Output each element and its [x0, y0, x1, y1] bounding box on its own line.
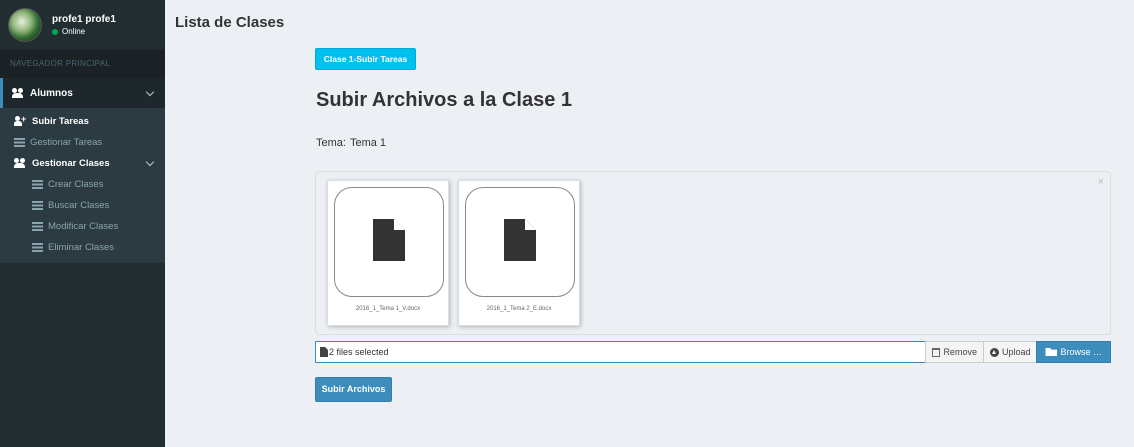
online-dot-icon	[52, 28, 58, 35]
sidebar: profe1 profe1 Online NAVEGADOR PRINCIPAL…	[0, 0, 165, 447]
file-name: 2016_1_Tema 2_E.docx	[486, 306, 552, 312]
user-panel: profe1 profe1 Online	[0, 0, 165, 50]
user-status: Online	[52, 26, 116, 38]
sidebar-item-gestionar-clases[interactable]: Gestionar Clases	[0, 153, 165, 174]
remove-button[interactable]: Remove	[925, 341, 984, 363]
avatar	[8, 8, 42, 42]
chevron-down-icon	[145, 157, 155, 167]
file-preview-box: × 2016_1_Tema 1_V.docx 2016_1_Tema 2_E.d…	[315, 171, 1111, 335]
list-icon	[32, 180, 43, 189]
list-icon	[32, 243, 43, 252]
file-input-group: 2 files selected Remove Upload Browse …	[315, 341, 1111, 363]
file-thumbnail: 2016_1_Tema 1_V.docx	[327, 180, 449, 326]
clase-subir-tareas-button[interactable]: Clase 1-Subir Tareas	[315, 48, 416, 70]
page-title: Lista de Clases	[175, 14, 285, 31]
list-icon	[14, 138, 25, 147]
sidebar-item-label: Subir Tareas	[32, 116, 89, 127]
tema-label: Tema:	[316, 137, 346, 149]
sidebar-item-subir-tareas[interactable]: Subir Tareas	[0, 111, 165, 132]
user-name: profe1 profe1	[52, 13, 116, 25]
file-icon	[373, 219, 405, 261]
sidebar-item-label: Buscar Clases	[48, 200, 110, 211]
chevron-down-icon	[145, 87, 155, 97]
sidebar-item-alumnos[interactable]: Alumnos	[0, 78, 165, 108]
tema-value: Tema 1	[349, 137, 387, 149]
list-icon	[32, 201, 43, 210]
tema-line: Tema: Tema 1	[316, 137, 386, 149]
sidebar-item-gestionar-tareas[interactable]: Gestionar Tareas	[0, 132, 165, 153]
sidebar-item-modificar-clases[interactable]: Modificar Clases	[0, 216, 165, 237]
user-status-label: Online	[62, 26, 86, 36]
users-icon	[14, 158, 27, 169]
sidebar-item-label: Crear Clases	[48, 179, 104, 190]
nav-header: NAVEGADOR PRINCIPAL	[0, 50, 165, 78]
file-icon	[504, 219, 536, 261]
file-name: 2016_1_Tema 1_V.docx	[355, 306, 421, 312]
upload-title: Subir Archivos a la Clase 1	[316, 89, 573, 111]
sidebar-item-label: Eliminar Clases	[48, 242, 114, 253]
upload-icon	[989, 347, 999, 357]
file-icon	[320, 347, 328, 357]
list-icon	[32, 222, 43, 231]
sidebar-item-label: Gestionar Tareas	[30, 137, 103, 148]
users-icon	[12, 87, 25, 99]
browse-button[interactable]: Browse …	[1036, 341, 1111, 363]
upload-button[interactable]: Upload	[982, 341, 1038, 363]
close-icon[interactable]: ×	[1098, 176, 1104, 188]
file-thumbnail: 2016_1_Tema 2_E.docx	[458, 180, 580, 326]
file-caption-field[interactable]: 2 files selected	[315, 341, 927, 363]
alumnos-submenu: Subir Tareas Gestionar Tareas Gestionar …	[0, 108, 165, 263]
folder-open-icon	[1045, 348, 1058, 356]
sidebar-item-buscar-clases[interactable]: Buscar Clases	[0, 195, 165, 216]
sidebar-item-eliminar-clases[interactable]: Eliminar Clases	[0, 237, 165, 258]
file-caption-text: 2 files selected	[329, 347, 389, 357]
sidebar-item-crear-clases[interactable]: Crear Clases	[0, 174, 165, 195]
user-plus-icon	[14, 114, 27, 127]
sidebar-item-label: Gestionar Clases	[32, 158, 110, 169]
subir-archivos-button[interactable]: Subir Archivos	[315, 377, 392, 402]
sidebar-item-label: Alumnos	[30, 87, 73, 99]
trash-icon	[932, 347, 941, 357]
sidebar-item-label: Modificar Clases	[48, 221, 119, 232]
